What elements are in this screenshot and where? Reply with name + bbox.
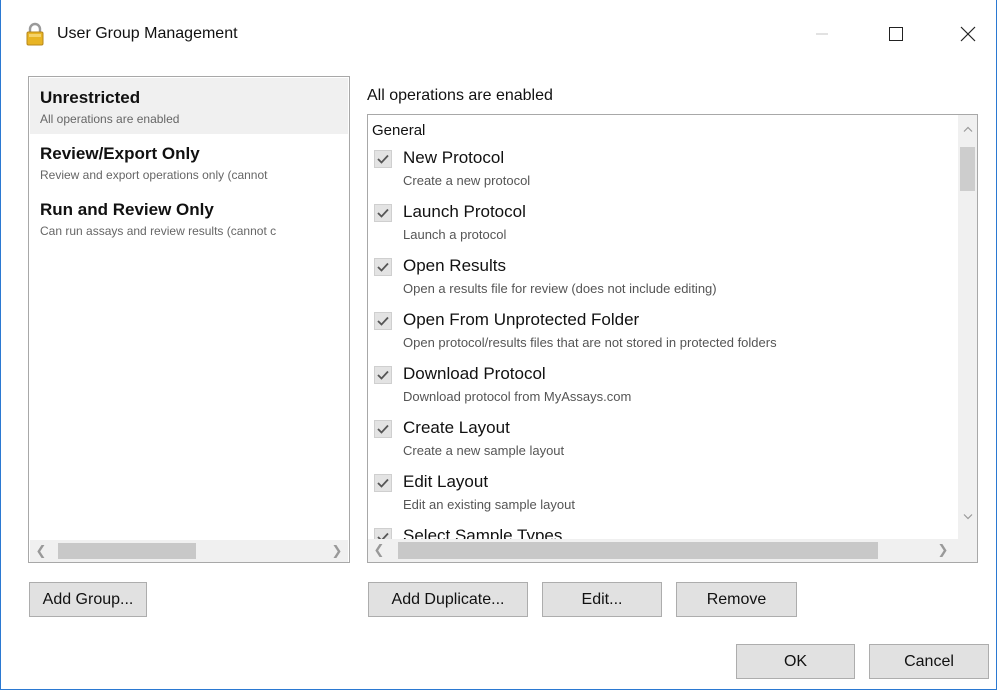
operation-description: Launch a protocol [403,227,507,242]
operation-description: Download protocol from MyAssays.com [403,389,632,404]
window-title: User Group Management [57,25,238,42]
close-icon [960,26,976,42]
operation-item: Open From Unprotected Folder Open protoc… [373,308,953,362]
operation-description: Create a new sample layout [403,443,565,458]
edit-button[interactable]: Edit... [542,582,662,617]
operation-item: Select Sample Types [373,524,953,539]
operation-label: Open From Unprotected Folder [403,310,640,329]
operations-vertical-scrollbar[interactable] [958,115,977,539]
group-item-unrestricted[interactable]: Unrestricted All operations are enabled [30,78,348,134]
scroll-right-icon[interactable]: ❯ [326,540,348,562]
scroll-left-icon[interactable]: ❮ [30,540,52,562]
operation-description: Edit an existing sample layout [403,497,575,512]
group-name: Review/Export Only [40,144,200,163]
ok-button[interactable]: OK [736,644,855,679]
remove-button[interactable]: Remove [676,582,797,617]
operation-checkbox[interactable] [374,420,392,438]
group-description: Can run assays and review results (canno… [40,224,277,238]
close-button[interactable] [945,18,991,50]
operations-header: All operations are enabled [367,87,553,104]
scroll-right-icon[interactable]: ❯ [932,539,954,561]
title-bar: User Group Management [1,0,996,66]
group-description: Review and export operations only (canno… [40,168,268,182]
operation-label: New Protocol [403,148,505,167]
scrollbar-corner [958,539,977,562]
operation-checkbox[interactable] [374,204,392,222]
operation-checkbox[interactable] [374,150,392,168]
operation-label: Create Layout [403,418,510,437]
group-item-review-export-only[interactable]: Review/Export Only Review and export ope… [30,134,348,190]
checkmark-icon [377,154,389,164]
checkmark-icon [377,532,389,539]
operation-checkbox[interactable] [374,312,392,330]
operation-item: Edit Layout Edit an existing sample layo… [373,470,953,524]
group-name: Unrestricted [40,88,141,107]
checkmark-icon [377,316,389,326]
scrollbar-thumb[interactable] [58,543,196,559]
operation-description: Open protocol/results files that are not… [403,335,777,350]
checkmark-icon [377,478,389,488]
operation-checkbox[interactable] [374,366,392,384]
operation-item: Launch Protocol Launch a protocol [373,200,953,254]
maximize-button[interactable] [873,18,919,50]
add-duplicate-button[interactable]: Add Duplicate... [368,582,528,617]
checkmark-icon [377,262,389,272]
maximize-icon [889,27,903,41]
checkmark-icon [377,424,389,434]
cancel-button[interactable]: Cancel [869,644,989,679]
operation-label: Edit Layout [403,472,489,491]
checkmark-icon [377,370,389,380]
operation-item: Create Layout Create a new sample layout [373,416,953,470]
user-group-management-window: User Group Management Unrestricted All o… [0,0,997,690]
scroll-left-icon[interactable]: ❮ [368,539,390,561]
operation-description: Open a results file for review (does not… [403,281,717,296]
operation-label: Open Results [403,256,506,275]
scrollbar-thumb[interactable] [398,542,878,559]
operation-checkbox[interactable] [374,258,392,276]
operation-item: Download Protocol Download protocol from… [373,362,953,416]
operations-horizontal-scrollbar[interactable]: ❮ ❯ [368,539,958,562]
group-list-horizontal-scrollbar[interactable]: ❮ ❯ [30,540,348,562]
add-group-button[interactable]: Add Group... [29,582,147,617]
lock-icon [25,22,45,46]
scroll-up-icon[interactable] [958,119,977,139]
operation-label: Download Protocol [403,364,546,383]
operation-item: New Protocol Create a new protocol [373,146,953,200]
operation-checkbox[interactable] [374,474,392,492]
operation-item: Open Results Open a results file for rev… [373,254,953,308]
group-name: Run and Review Only [40,200,214,219]
operation-checkbox[interactable] [374,528,392,539]
section-label-general: General [372,122,426,139]
scroll-down-icon[interactable] [958,507,977,527]
minimize-button[interactable] [799,18,845,50]
operation-label: Select Sample Types [403,526,563,539]
group-description: All operations are enabled [40,112,180,126]
checkmark-icon [377,208,389,218]
operations-viewport: General New Protocol Create a new protoc… [368,115,958,539]
operations-list[interactable]: General New Protocol Create a new protoc… [367,114,978,563]
scrollbar-thumb[interactable] [960,147,975,191]
group-list[interactable]: Unrestricted All operations are enabled … [28,76,350,563]
group-item-run-and-review-only[interactable]: Run and Review Only Can run assays and r… [30,190,348,246]
operation-label: Launch Protocol [403,202,526,221]
operation-description: Create a new protocol [403,173,531,188]
minimize-icon [816,33,828,35]
